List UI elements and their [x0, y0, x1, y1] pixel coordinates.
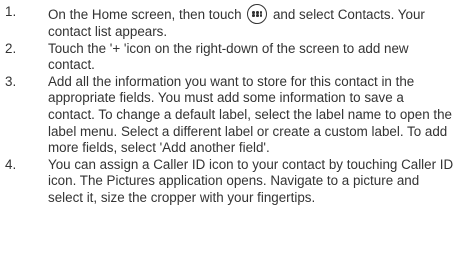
instruction-list: 1. On the Home screen, then touch and se… [0, 0, 460, 260]
step-2: 2. Touch the '+ 'icon on the right-down … [5, 41, 454, 74]
step-number: 3. [5, 73, 17, 89]
step-3: 3. Add all the information you want to s… [5, 74, 454, 157]
step-text: On the Home screen, then touch and selec… [48, 4, 454, 41]
step-text: Add all the information you want to stor… [48, 73, 452, 156]
step-text: You can assign a Caller ID icon to your … [48, 156, 454, 205]
step-text-part: On the Home screen, then touch [48, 7, 246, 22]
step-4: 4. You can assign a Caller ID icon to yo… [5, 157, 454, 207]
step-number: 4. [5, 156, 17, 172]
step-number: 2. [5, 40, 17, 56]
apps-grid-icon [247, 4, 268, 24]
step-1: 1. On the Home screen, then touch and se… [5, 4, 454, 41]
step-number: 1. [5, 4, 17, 19]
step-text: Touch the '+ 'icon on the right-down of … [48, 40, 409, 73]
